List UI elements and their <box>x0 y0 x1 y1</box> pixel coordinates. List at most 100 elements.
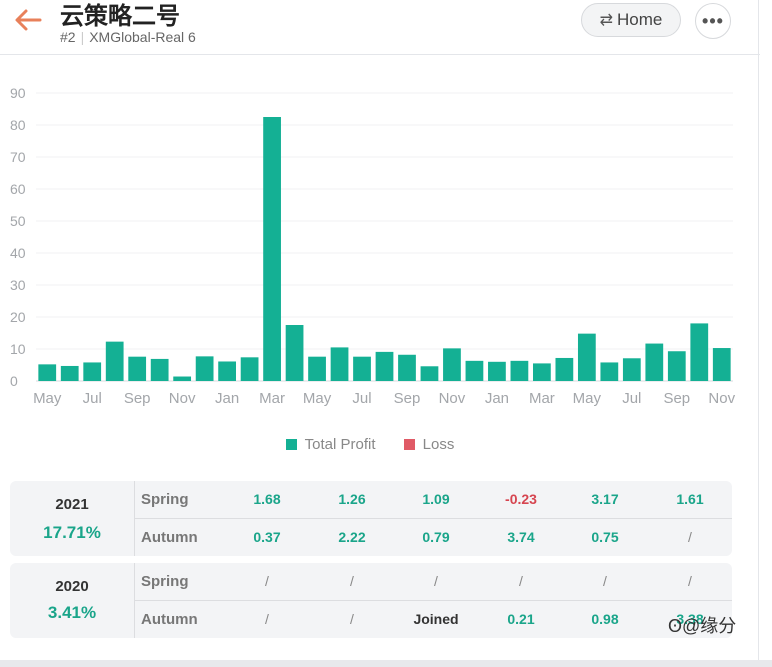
year-card-2021: 2021 17.71% Spring 1.68 1.26 1.09 -0.23 … <box>10 481 732 556</box>
watermark-text: @缘分 <box>682 616 737 636</box>
bar-dec[interactable] <box>195 356 214 381</box>
x-tick-label: Nov <box>439 390 466 407</box>
x-tick-label: Jul <box>622 390 641 407</box>
x-tick-label: Nov <box>708 390 735 407</box>
bar-mar[interactable] <box>533 363 551 381</box>
y-tick-label: 0 <box>10 373 18 389</box>
bar-oct[interactable] <box>420 366 439 381</box>
month-value: -0.23 <box>505 491 537 507</box>
bar-apr[interactable] <box>555 357 574 381</box>
bottom-divider <box>0 660 772 667</box>
month-value: 0.21 <box>507 611 535 627</box>
home-button[interactable]: ⇄ Home <box>581 3 681 37</box>
year-card-2020: 2020 3.41% Spring / / / / / / Autumn / /… <box>10 563 732 638</box>
bar-oct[interactable] <box>150 358 169 381</box>
year-label: 2021 <box>55 496 89 513</box>
bar-mar[interactable] <box>263 117 281 381</box>
year-label: 2020 <box>55 578 89 595</box>
account-subtitle: #2 | XMGlobal-Real 6 <box>60 29 196 45</box>
x-tick-label: Jul <box>352 390 371 407</box>
rank-label: #2 <box>60 29 76 45</box>
season-label: Spring <box>141 573 189 590</box>
x-tick-label: May <box>33 390 62 407</box>
legend-swatch-profit <box>285 439 297 450</box>
x-tick-label: May <box>573 390 602 407</box>
bar-jul[interactable] <box>83 362 102 381</box>
year-return: 17.71% <box>43 523 101 542</box>
bar-jan[interactable] <box>488 361 506 381</box>
y-tick-label: 70 <box>10 149 26 165</box>
y-tick-label: 30 <box>10 277 26 293</box>
month-value: 1.61 <box>676 491 704 507</box>
bar-feb[interactable] <box>510 360 529 381</box>
x-tick-label: Jul <box>83 390 102 407</box>
season-label: Autumn <box>141 529 198 546</box>
bar-aug[interactable] <box>645 343 664 381</box>
bar-jun[interactable] <box>600 362 619 381</box>
season-label: Spring <box>141 491 189 508</box>
season-row: Spring / / / / / / <box>135 563 732 601</box>
bar-jul[interactable] <box>622 358 641 381</box>
bar-jan[interactable] <box>218 361 236 381</box>
season-row: Spring 1.68 1.26 1.09 -0.23 3.17 1.61 <box>135 481 732 519</box>
bar-sep[interactable] <box>398 354 416 381</box>
x-tick-label: Sep <box>663 390 690 407</box>
swap-icon: ⇄ <box>599 12 614 29</box>
season-label: Autumn <box>141 611 198 628</box>
home-button-label: Home <box>617 10 663 29</box>
bar-nov[interactable] <box>443 348 461 381</box>
month-value: 3.74 <box>507 529 535 545</box>
legend-item-profit[interactable]: Total Profit <box>285 436 376 453</box>
bar-jun[interactable] <box>330 347 349 381</box>
bar-may[interactable] <box>38 364 57 381</box>
month-value: / <box>350 573 354 589</box>
header: 云策略二号 #2 | XMGlobal-Real 6 ⇄ Home ••• <box>0 0 760 55</box>
legend-label-loss: Loss <box>422 436 455 453</box>
y-tick-label: 80 <box>10 117 26 133</box>
month-value: / <box>519 573 523 589</box>
x-tick-label: May <box>303 390 332 407</box>
legend-swatch-loss <box>403 439 415 450</box>
y-tick-label: 60 <box>10 181 26 197</box>
month-value: 0.79 <box>422 529 450 545</box>
month-value: / <box>688 573 692 589</box>
bar-may[interactable] <box>308 356 326 381</box>
bar-nov[interactable] <box>712 348 731 381</box>
month-value: / <box>434 573 438 589</box>
bar-apr[interactable] <box>285 325 304 381</box>
x-tick-label: Mar <box>259 390 285 407</box>
bar-aug[interactable] <box>105 341 124 381</box>
bar-may[interactable] <box>577 333 596 381</box>
month-value: / <box>688 529 692 545</box>
bar-sep[interactable] <box>128 356 147 381</box>
month-value: / <box>265 573 269 589</box>
bar-jul[interactable] <box>353 356 371 381</box>
month-value: / <box>350 611 354 627</box>
x-tick-label: Jan <box>485 390 509 407</box>
x-tick-label: Jan <box>215 390 239 407</box>
bar-nov[interactable] <box>173 376 192 381</box>
legend-item-loss[interactable]: Loss <box>403 436 455 453</box>
x-tick-label: Mar <box>529 390 555 407</box>
back-arrow-icon[interactable] <box>14 8 42 32</box>
bar-dec[interactable] <box>465 360 484 381</box>
y-tick-label: 20 <box>10 309 26 325</box>
season-row: Autumn / / Joined 0.21 0.98 3.38 <box>135 601 732 638</box>
chart-legend: Total Profit Loss <box>0 436 740 454</box>
x-tick-label: Nov <box>169 390 196 407</box>
weibo-logo-icon: ʘ <box>668 616 683 636</box>
y-tick-label: 10 <box>10 341 26 357</box>
year-column: 2021 17.71% <box>10 481 135 556</box>
page-title: 云策略二号 <box>60 3 180 30</box>
bar-feb[interactable] <box>240 357 259 381</box>
bar-aug[interactable] <box>375 351 394 381</box>
y-tick-label: 50 <box>10 213 26 229</box>
bar-oct[interactable] <box>690 323 709 381</box>
month-value: 3.17 <box>591 491 619 507</box>
bar-sep[interactable] <box>667 351 686 381</box>
month-value: 0.37 <box>253 529 281 545</box>
more-options-button[interactable]: ••• <box>695 3 731 39</box>
bar-jun[interactable] <box>60 365 79 381</box>
month-value: 1.26 <box>338 491 366 507</box>
x-tick-label: Sep <box>124 390 151 407</box>
